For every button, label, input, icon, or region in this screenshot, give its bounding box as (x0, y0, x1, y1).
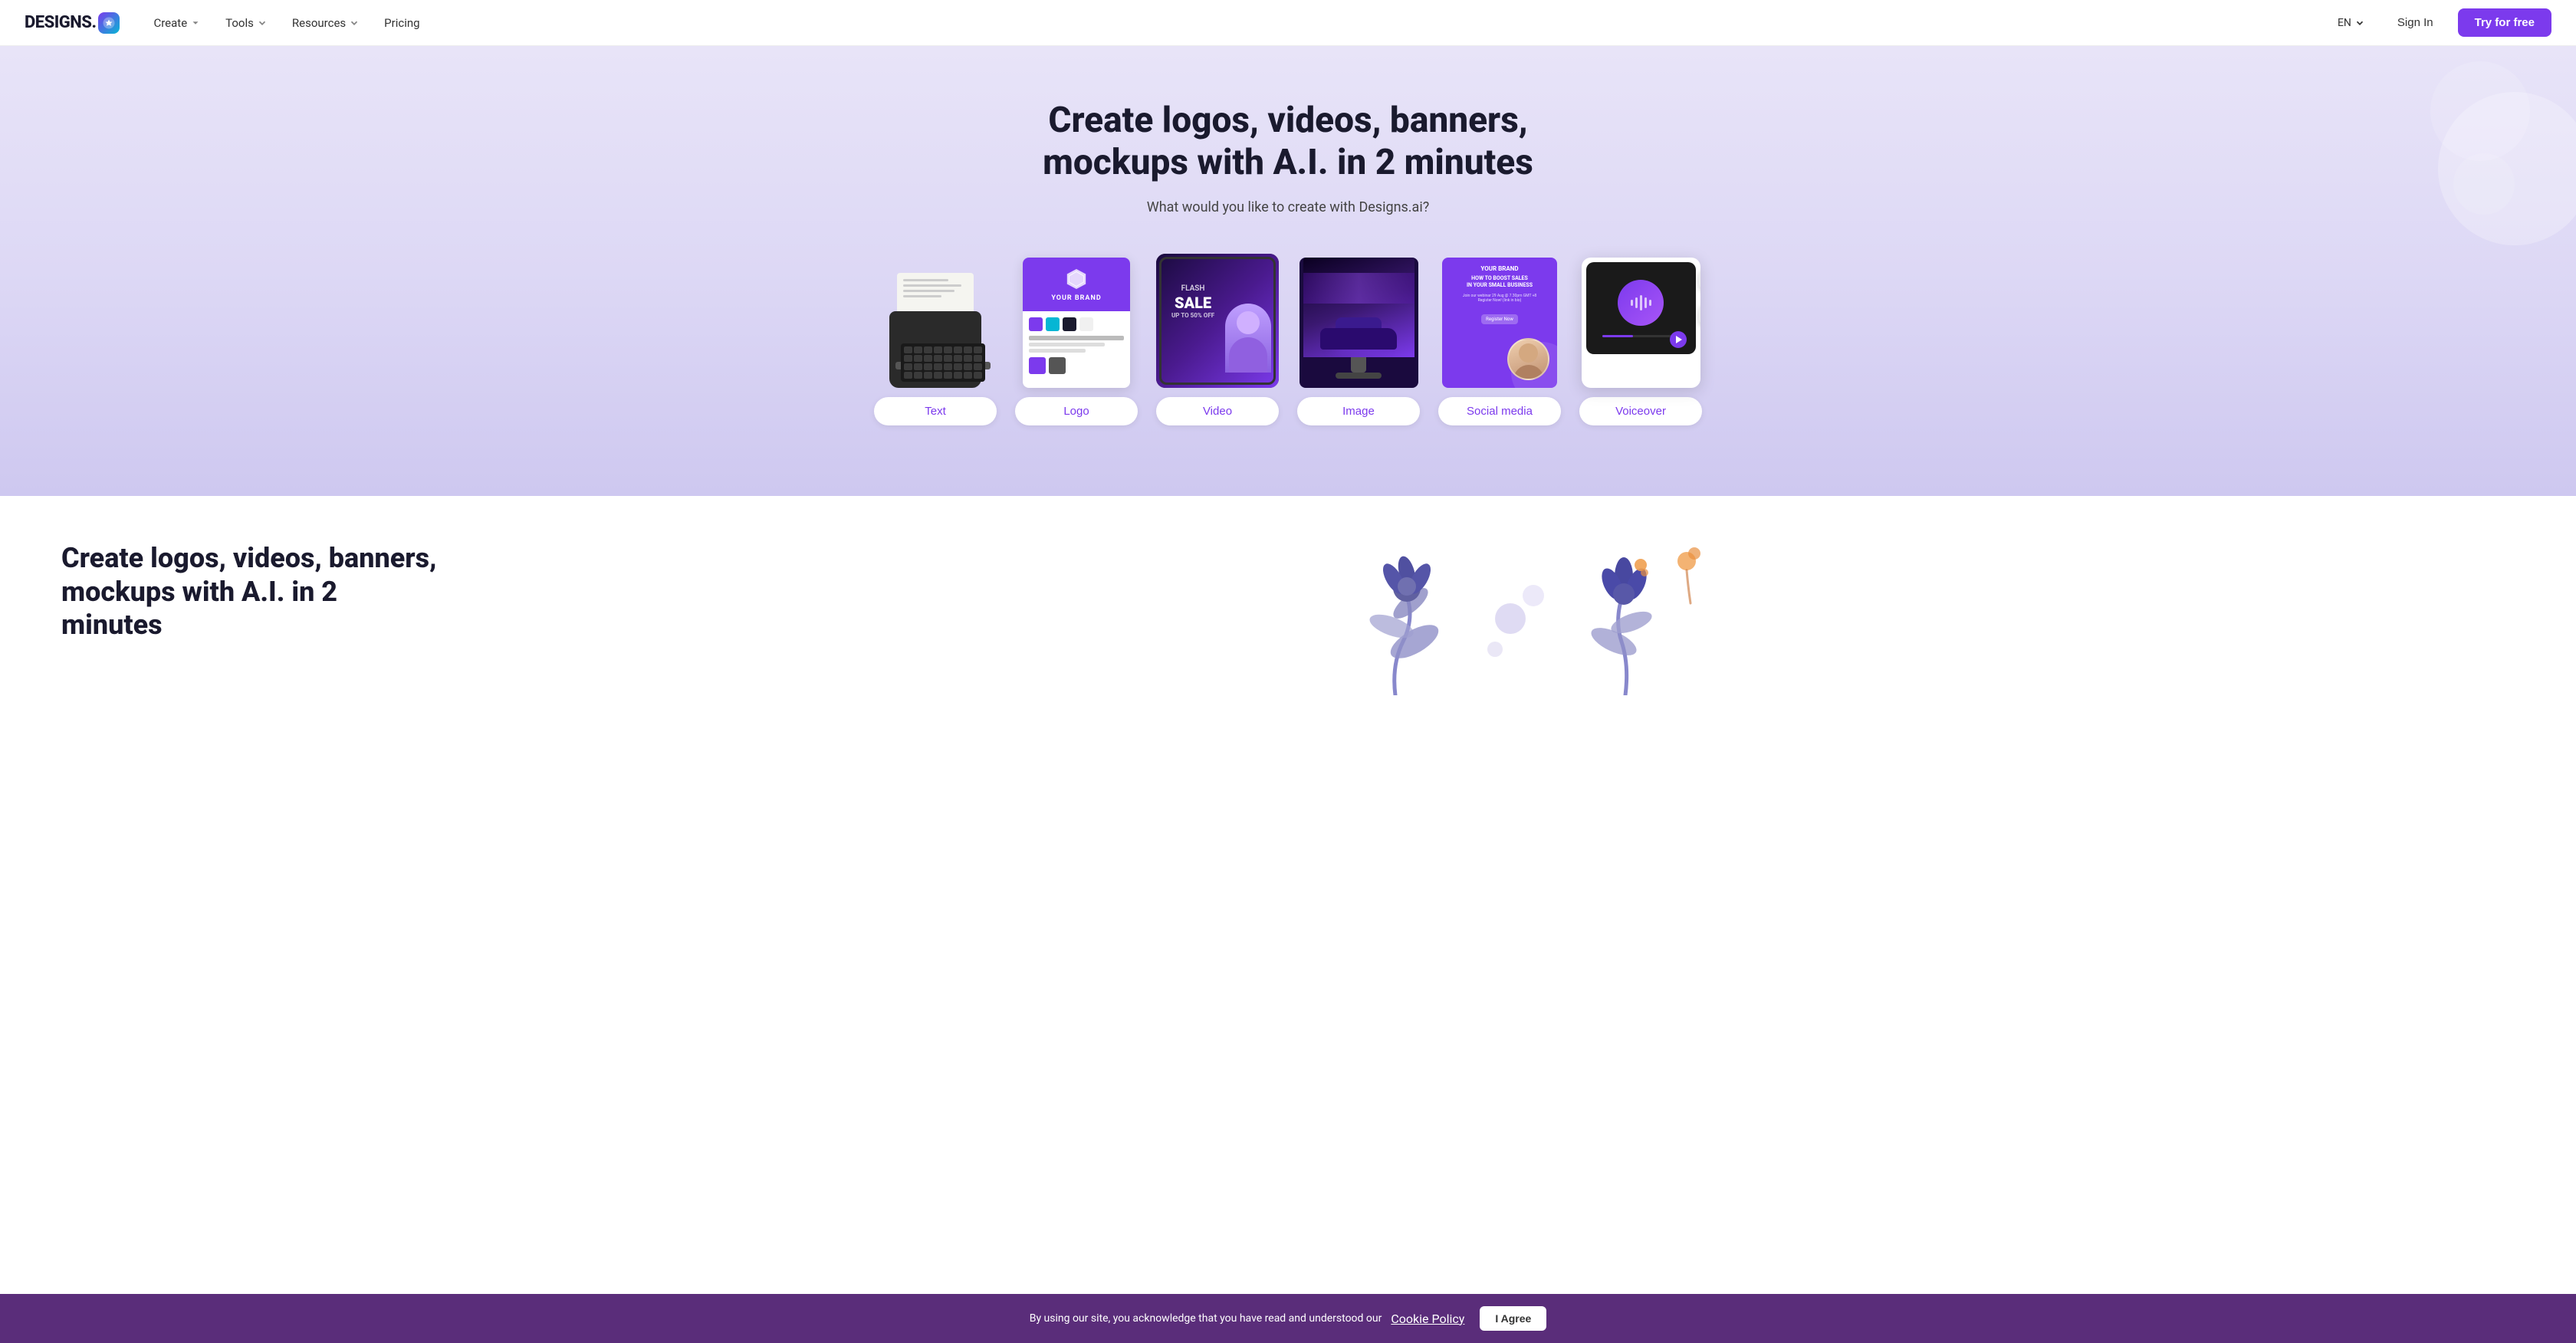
social-person-head (1519, 343, 1538, 363)
card-logo-image: YOUR BRAND (1015, 254, 1138, 388)
logo-font-lines (1029, 336, 1124, 353)
voiceover-wave (1631, 295, 1651, 310)
logo-card-header: YOUR BRAND (1023, 258, 1130, 311)
social-illustration: YOUR BRAND HOW TO BOOST SALESIN YOUR SMA… (1442, 258, 1557, 388)
lang-selector[interactable]: EN (2330, 12, 2373, 34)
social-subtitle: Join our webinar 29 Aug @ 7.30pm GMT +8R… (1450, 294, 1549, 303)
second-text: Create logos, videos, banners, mockups w… (61, 542, 445, 642)
monitor-screen (1303, 258, 1414, 357)
paper-line (903, 290, 955, 292)
hero-subtitle: What would you like to create with Desig… (31, 199, 2545, 215)
voiceover-progress (1602, 335, 1679, 337)
monitor-base (1336, 373, 1382, 379)
second-illustration (491, 542, 2515, 695)
cookie-policy-link[interactable]: Cookie Policy (1391, 1312, 1464, 1326)
video-sale-text: FLASH SALE UP TO 50% OFF (1171, 284, 1214, 320)
typewriter-body (889, 311, 981, 388)
card-voiceover: Voiceover (1579, 254, 1702, 425)
try-button[interactable]: Try for free (2458, 8, 2551, 37)
card-logo: YOUR BRAND (1015, 254, 1138, 425)
swatch-cyan (1046, 317, 1060, 331)
chevron-down-icon (2354, 18, 2365, 28)
nav-create[interactable]: Create (144, 10, 210, 36)
card-voiceover-image (1579, 254, 1702, 388)
nav-right: EN Sign In Try for free (2330, 8, 2551, 37)
card-voiceover-button[interactable]: Voiceover (1579, 397, 1702, 425)
earbud-top (1699, 269, 1700, 291)
card-image: Image (1297, 254, 1420, 425)
voiceover-play-btn[interactable] (1670, 331, 1687, 348)
paper-line (903, 295, 941, 297)
play-icon (1676, 336, 1682, 343)
voiceover-circle (1618, 280, 1664, 326)
hex-icon (1064, 267, 1089, 291)
social-person (1507, 338, 1549, 380)
car-illustration (1320, 319, 1397, 350)
card-video: FLASH SALE UP TO 50% OFF Video (1156, 254, 1279, 425)
typewriter-keys (901, 343, 985, 382)
card-text-button[interactable]: Text (874, 397, 997, 425)
plant-illustration (1273, 542, 1733, 695)
card-text-image (874, 254, 997, 388)
logo-icon-row (1029, 357, 1124, 374)
card-logo-button[interactable]: Logo (1015, 397, 1138, 425)
card-social-image: YOUR BRAND HOW TO BOOST SALESIN YOUR SMA… (1438, 254, 1561, 388)
nav-links: Create Tools Resources Pricing (144, 10, 2330, 36)
video-illustration: FLASH SALE UP TO 50% OFF (1156, 254, 1279, 388)
social-register-btn: Register Now (1481, 314, 1518, 324)
monitor-stand (1351, 357, 1366, 373)
card-image-img (1297, 254, 1420, 388)
navbar: DESIGNS. Create Tools Resources (0, 0, 2576, 46)
voiceover-screen (1586, 262, 1696, 354)
card-image-button[interactable]: Image (1297, 397, 1420, 425)
cards-row: Text YOUR BRAND (31, 254, 2545, 425)
card-video-button[interactable]: Video (1156, 397, 1279, 425)
earbud-bottom (1699, 304, 1700, 326)
signin-button[interactable]: Sign In (2382, 10, 2449, 35)
chevron-down-icon (190, 18, 201, 28)
card-video-image: FLASH SALE UP TO 50% OFF (1156, 254, 1279, 388)
card-social-button[interactable]: Social media (1438, 397, 1561, 425)
cookie-banner: By using our site, you acknowledge that … (0, 1294, 2576, 1343)
chevron-down-icon (257, 18, 268, 28)
logo-card-body (1023, 311, 1130, 380)
hero-decoration-circle-2 (2430, 61, 2530, 161)
chevron-down-icon (349, 18, 360, 28)
earbuds (1699, 269, 1700, 326)
voiceover-progress-fill (1602, 335, 1633, 337)
nav-resources[interactable]: Resources (283, 10, 369, 36)
paper-line (903, 284, 961, 287)
second-heading: Create logos, videos, banners, mockups w… (61, 542, 445, 642)
hero-decoration-circle-1 (2438, 92, 2576, 245)
logo-badge (98, 12, 120, 34)
second-section: Create logos, videos, banners, mockups w… (0, 496, 2576, 741)
logo-illustration: YOUR BRAND (1023, 258, 1130, 388)
nav-tools[interactable]: Tools (216, 10, 277, 36)
hero-section: Create logos, videos, banners, mockups w… (0, 46, 2576, 496)
card-social: YOUR BRAND HOW TO BOOST SALESIN YOUR SMA… (1438, 254, 1561, 425)
swatch-purple (1029, 317, 1043, 331)
voiceover-illustration (1582, 258, 1700, 388)
cookie-text: By using our site, you acknowledge that … (1030, 1312, 1382, 1325)
card-text: Text (874, 254, 997, 425)
typewriter-illustration (882, 273, 989, 388)
swatch-light (1079, 317, 1093, 331)
swatch-dark (1063, 317, 1076, 331)
logo-swatch-row (1029, 317, 1124, 331)
hero-heading: Create logos, videos, banners, mockups w… (997, 100, 1579, 184)
video-person (1225, 304, 1271, 373)
nav-pricing[interactable]: Pricing (375, 10, 429, 36)
cookie-agree-button[interactable]: I Agree (1480, 1306, 1546, 1331)
logo-brand-text: YOUR BRAND (1051, 294, 1101, 302)
logo-link[interactable]: DESIGNS. (25, 12, 120, 34)
social-your-brand: YOUR BRAND (1450, 265, 1549, 273)
image-illustration (1300, 258, 1418, 388)
social-title: HOW TO BOOST SALESIN YOUR SMALL BUSINESS (1450, 275, 1549, 289)
paper-line (903, 279, 948, 281)
logo-text: DESIGNS. (25, 13, 96, 32)
